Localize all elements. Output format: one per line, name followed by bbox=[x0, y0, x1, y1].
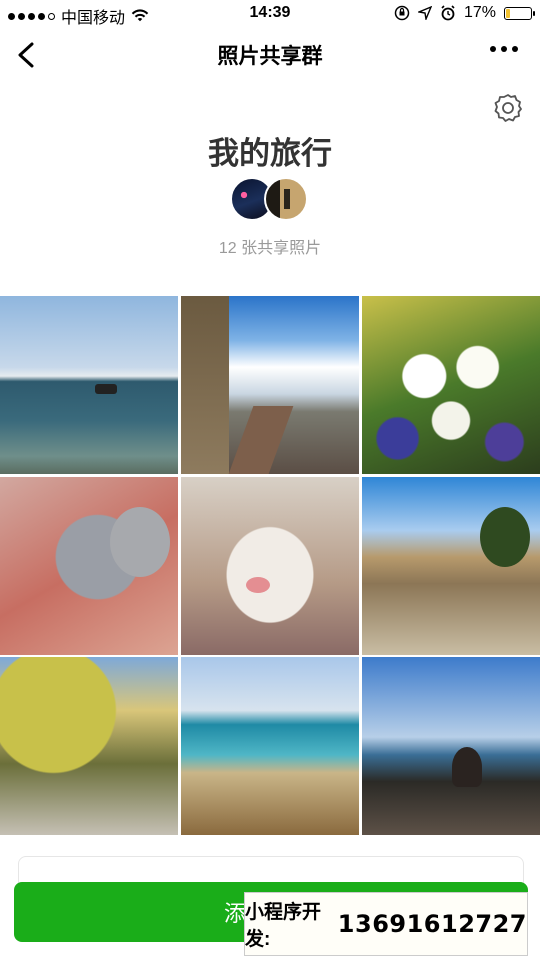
member-avatars[interactable] bbox=[230, 177, 310, 221]
photo-count: 12 张共享照片 bbox=[218, 240, 322, 257]
avatar[interactable] bbox=[264, 177, 308, 221]
battery-icon bbox=[504, 6, 535, 20]
status-bar: 中国移动 14:39 17% bbox=[0, 0, 540, 28]
orientation-lock-icon bbox=[394, 5, 410, 21]
promo-overlay: 小程序开发: 13691612727 bbox=[244, 892, 528, 956]
settings-icon[interactable] bbox=[492, 92, 524, 124]
photo-kitten-closeup[interactable] bbox=[181, 477, 359, 655]
album-title: 我的旅行 bbox=[208, 136, 332, 171]
nav-bar: 照片共享群 bbox=[0, 28, 540, 82]
add-button-label: 添 bbox=[224, 901, 247, 926]
status-right: 17% bbox=[394, 4, 535, 22]
photo-seaside-terrace[interactable] bbox=[362, 657, 540, 835]
battery-fill bbox=[506, 8, 510, 18]
photo-tabby-cat[interactable] bbox=[0, 477, 178, 655]
promo-phone: 13691612727 bbox=[337, 910, 527, 938]
promo-label: 小程序开发: bbox=[245, 902, 322, 950]
battery-percent: 17% bbox=[463, 4, 496, 21]
photo-ancient-ruins[interactable] bbox=[362, 477, 540, 655]
alarm-icon bbox=[441, 5, 455, 21]
photo-railway-station[interactable] bbox=[181, 296, 359, 474]
photo-sea-boat[interactable] bbox=[0, 296, 178, 474]
photo-street-trees[interactable] bbox=[0, 657, 178, 835]
photo-lily-bouquet[interactable] bbox=[362, 296, 540, 474]
more-dots-icon[interactable] bbox=[490, 46, 518, 52]
photo-grid bbox=[0, 296, 540, 835]
photo-coast-beach[interactable] bbox=[181, 657, 359, 835]
page-title: 照片共享群 bbox=[217, 45, 323, 68]
location-icon bbox=[417, 6, 432, 20]
